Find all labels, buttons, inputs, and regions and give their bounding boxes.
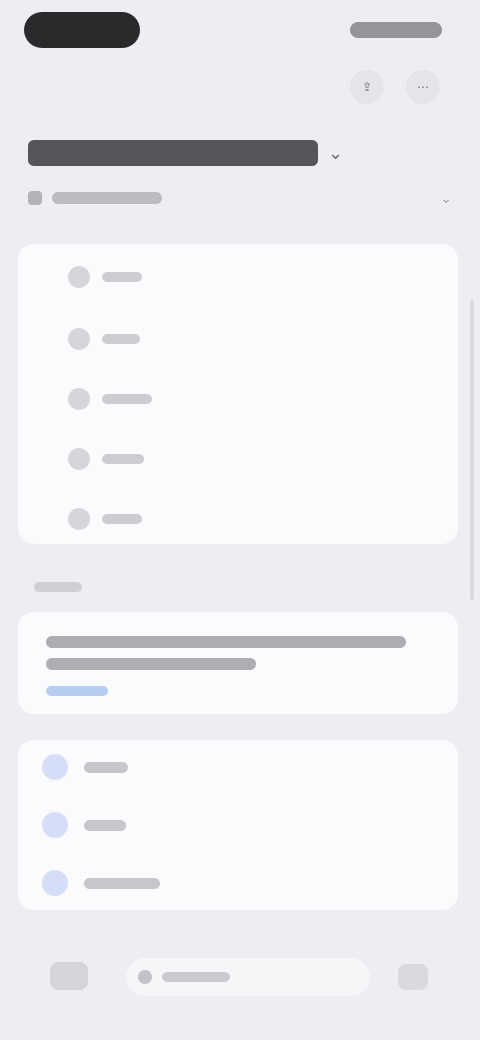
- action-item[interactable]: [42, 754, 128, 780]
- section-label: [34, 582, 82, 592]
- list-item-label: [102, 272, 142, 282]
- filter-label: [52, 192, 162, 204]
- page-title-text: [28, 140, 318, 166]
- status-time-pill: [24, 12, 140, 48]
- list-item-label: [102, 334, 140, 344]
- list-card: [18, 244, 458, 544]
- action-label: [84, 819, 126, 831]
- action-item[interactable]: [42, 870, 160, 896]
- filter-row[interactable]: ⌄: [28, 186, 452, 210]
- attach-icon[interactable]: [50, 962, 88, 990]
- list-item[interactable]: [68, 448, 144, 470]
- action-label: [84, 761, 128, 773]
- item-icon: [68, 448, 90, 470]
- bottom-bar: [0, 940, 480, 1020]
- share-icon[interactable]: ⇪: [350, 70, 384, 104]
- page-title[interactable]: ⌄: [28, 140, 343, 166]
- action-icon: [42, 870, 68, 896]
- list-item-label: [102, 514, 142, 524]
- action-icon: [42, 812, 68, 838]
- actions-card: [18, 740, 458, 910]
- send-icon[interactable]: [398, 964, 428, 990]
- note-text: [46, 636, 406, 648]
- action-label: [84, 877, 160, 889]
- note-link[interactable]: [46, 686, 108, 696]
- action-icon: [42, 754, 68, 780]
- status-indicators: [350, 22, 442, 38]
- action-item[interactable]: [42, 812, 126, 838]
- list-item-label: [102, 394, 152, 404]
- item-icon: [68, 508, 90, 530]
- list-item-label: [102, 454, 144, 464]
- scrollbar[interactable]: [470, 300, 474, 600]
- top-actions: ⇪ ⋯: [350, 70, 440, 104]
- item-icon: [68, 266, 90, 288]
- status-bar: [0, 0, 480, 60]
- filter-icon: [28, 191, 42, 205]
- note-card: [18, 612, 458, 714]
- more-icon[interactable]: ⋯: [406, 70, 440, 104]
- message-input-placeholder: [162, 972, 230, 982]
- item-icon: [68, 328, 90, 350]
- search-icon: [138, 970, 152, 984]
- chevron-down-icon: ⌄: [328, 142, 344, 163]
- chevron-down-icon: ⌄: [440, 189, 452, 206]
- list-item[interactable]: [68, 508, 142, 530]
- item-icon: [68, 388, 90, 410]
- note-text-continued: [46, 658, 256, 670]
- list-item[interactable]: [68, 388, 152, 410]
- list-item[interactable]: [68, 328, 140, 350]
- list-item[interactable]: [68, 266, 142, 288]
- message-input[interactable]: [126, 958, 370, 996]
